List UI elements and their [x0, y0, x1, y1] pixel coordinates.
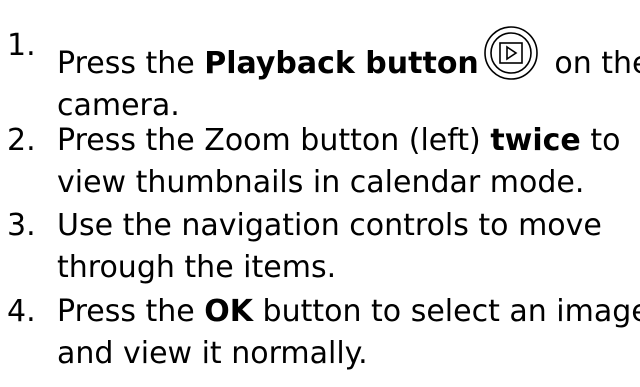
step-2-line-2: view thumbnails in calendar mode. — [57, 165, 585, 200]
step-3-text: Use the navigation controls to move thro… — [57, 205, 637, 289]
step-2-text-pre: Press the Zoom button (left) — [57, 123, 491, 158]
step-2-text: Press the Zoom button (left) twice to vi… — [57, 120, 637, 204]
step-3-number: 3. — [7, 208, 36, 243]
step-1-text: Press the Playback button on the camera. — [57, 25, 640, 127]
step-3-line-2: through the items. — [57, 250, 337, 285]
step-1-text-pre: Press the — [57, 46, 205, 81]
step-1-bold-term: Playback button — [204, 46, 479, 81]
step-1-number: 1. — [7, 28, 36, 63]
playback-button-icon — [483, 25, 539, 81]
step-4-line-2: and view it normally. — [57, 336, 368, 371]
step-2-bold-term: twice — [490, 123, 581, 158]
step-1-line-1: Press the Playback button on the — [57, 25, 640, 85]
step-4-text-pre: Press the — [57, 294, 205, 329]
step-2-line-1: Press the Zoom button (left) twice to — [57, 120, 637, 162]
step-4-number: 4. — [7, 294, 36, 329]
step-2-text-post: to — [580, 123, 621, 158]
instruction-list: 1. Press the Playback button on the came… — [0, 0, 640, 387]
step-1-text-post: on the — [544, 46, 640, 81]
step-4-bold-term: OK — [204, 294, 254, 329]
step-4-text-post: button to select an image — [253, 294, 640, 329]
step-2-number: 2. — [7, 123, 36, 158]
step-3-line-1: Use the navigation controls to move — [57, 208, 602, 243]
step-4-text: Press the OK button to select an image a… — [57, 291, 640, 375]
step-4-line-1: Press the OK button to select an image — [57, 291, 640, 333]
